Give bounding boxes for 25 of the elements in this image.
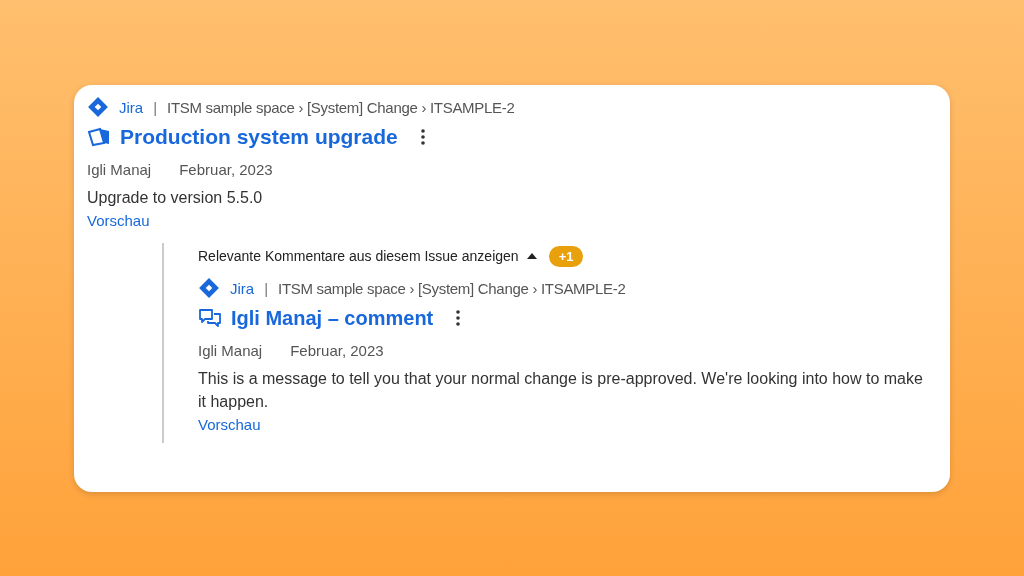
excerpt: Upgrade to version 5.5.0 <box>87 188 264 208</box>
more-icon <box>456 310 461 326</box>
breadcrumb-path: ITSM sample space › [System] Change › ITSAMPLE-2 <box>278 279 626 297</box>
comment-icon <box>198 308 222 328</box>
comments-toggle[interactable]: Relevante Kommentare aus diesem Issue anzeigen <box>198 248 537 264</box>
separator: | <box>264 279 269 297</box>
caret-icon <box>526 253 537 259</box>
date: Februar, 2023 <box>179 160 273 178</box>
author-name: Igli Manaj <box>198 341 263 359</box>
result-title-link[interactable]: Production system upgrade <box>120 125 398 149</box>
diamond-icon <box>198 277 220 299</box>
source-link[interactable]: Jira <box>119 98 144 116</box>
separator: | <box>153 98 158 116</box>
change-icon <box>87 127 111 147</box>
count-badge: +1 <box>548 245 584 267</box>
diamond-icon <box>87 96 109 118</box>
preview-link[interactable]: Vorschau <box>87 212 150 229</box>
preview-link[interactable]: Vorschau <box>198 416 261 433</box>
author-name: Igli Manaj <box>87 160 152 178</box>
date: Februar, 2023 <box>290 341 384 359</box>
excerpt: This is a message to tell you that your normal change is pre-approved. We're looking into how to make it happen. <box>198 369 924 412</box>
result-title-link[interactable]: Igli Manaj – comment <box>231 306 434 330</box>
breadcrumb-path: ITSM sample space › [System] Change › ITSAMPLE-2 <box>167 98 515 116</box>
source-link[interactable]: Jira <box>230 279 255 297</box>
more-icon <box>420 129 425 145</box>
